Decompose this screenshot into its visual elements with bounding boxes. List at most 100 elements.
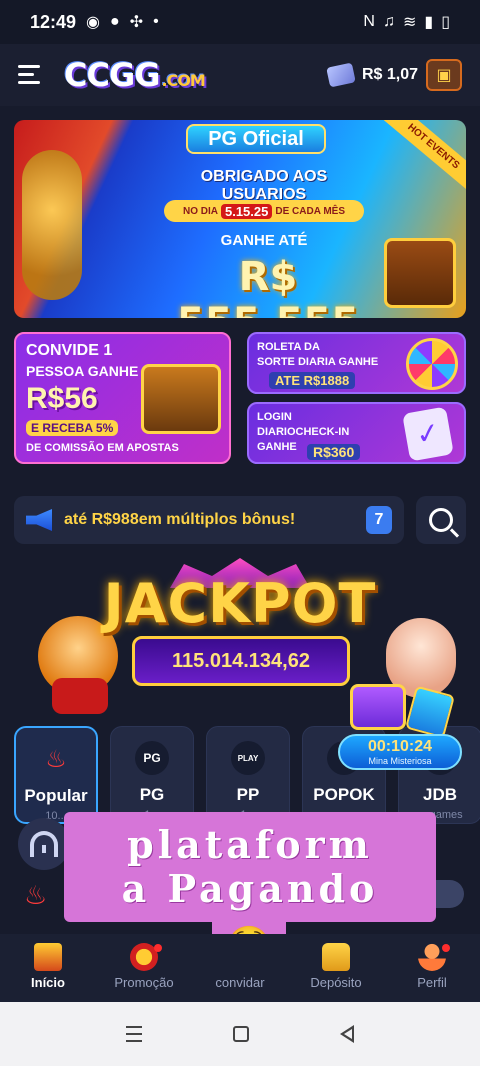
slot-machine-icon	[34, 943, 62, 971]
whatsapp-icon: ◉	[86, 14, 101, 31]
back-icon[interactable]	[340, 1025, 355, 1043]
nav-label: Perfil	[417, 975, 447, 990]
customer-support-button[interactable]	[18, 818, 70, 870]
nav-inicio[interactable]: Início	[0, 934, 96, 1002]
mystery-label: Mina Misteriosa	[368, 756, 432, 766]
logo[interactable]: CCGG .COM	[64, 56, 206, 94]
overlay-line2: a Pagando	[121, 866, 379, 911]
card-icon	[404, 685, 456, 739]
roulette-amount: ATE R$1888	[269, 372, 356, 389]
jackpot-value: 115.014.134,62	[132, 636, 350, 686]
invite-title: CONVIDE 1	[26, 342, 113, 359]
notification-icons: ◉ ● ✣ •	[86, 12, 159, 32]
logo-suffix: .COM	[161, 71, 206, 90]
balance-display[interactable]: R$ 1,07 ▣	[326, 59, 462, 91]
overlay-line1: plataform	[127, 822, 373, 867]
wallet-button[interactable]: ▣	[426, 59, 462, 91]
headset-icon	[30, 831, 58, 857]
nav-promocao[interactable]: Promoção	[96, 934, 192, 1002]
invite-promo-card[interactable]: CONVIDE 1 PESSOA GANHE R$56 E RECEBA 5% …	[14, 332, 231, 464]
calendar-check-icon: ✓	[402, 406, 454, 462]
apps-icon: ✣	[129, 14, 144, 31]
nav-convidar[interactable]: convidar	[192, 934, 288, 1002]
banner-line1: OBRIGADO AOS USUARIOS	[200, 168, 328, 203]
chat-icon: ●	[110, 13, 120, 30]
flame-icon: ♨	[45, 745, 67, 773]
overlay-caption: plataform a Pagando	[64, 812, 436, 922]
gift-box-icon	[350, 684, 406, 730]
menu-icon[interactable]	[18, 65, 44, 85]
date-days: 5.15.25	[220, 203, 273, 219]
banner-date-line: NO DIA 5.15.25 DE CADA MÊS	[164, 200, 364, 222]
app-header: CCGG .COM R$ 1,07 ▣	[0, 44, 480, 106]
category-label: PP	[236, 785, 260, 804]
announcement-text: até R$988em múltiplos bônus!	[64, 511, 296, 528]
search-button[interactable]	[416, 496, 466, 544]
megaphone-icon	[26, 509, 52, 531]
notification-dot	[442, 944, 450, 952]
nav-label: Início	[31, 975, 65, 990]
home-icon[interactable]	[232, 1026, 249, 1042]
pg-provider-icon: PG	[135, 741, 169, 775]
invite-amount: R$56	[26, 382, 98, 415]
roulette-promo-card[interactable]: ROLETA DA SORTE DIARIA GANHE ATE R$1888	[247, 332, 466, 394]
bottom-navigation: Início Promoção convidar Depósito Perfil	[0, 934, 480, 1002]
checkin-line-a: LOGIN	[257, 411, 292, 423]
coins-graphic	[22, 150, 82, 300]
mystery-box-widget[interactable]: 00:10:24 Mina Misteriosa	[334, 684, 466, 774]
roulette-line-a: ROLETA DA	[257, 341, 320, 353]
checkin-promo-card[interactable]: LOGIN DIARIOCHECK-IN GANHE R$360 ✓	[247, 402, 466, 464]
invite-subtitle: PESSOA GANHE	[26, 363, 139, 379]
recents-icon[interactable]	[125, 1026, 142, 1042]
invite-commission: E RECEBA 5%	[26, 420, 119, 436]
category-pp[interactable]: PLAY PP 1...	[206, 726, 290, 824]
banner-prize: R$ 555.555	[177, 254, 359, 318]
battery-icon: ▯	[441, 14, 450, 31]
headphones-icon: ♫	[382, 13, 395, 30]
nav-label: convidar	[215, 975, 265, 990]
invite-commission-desc: DE COMISSÃO EM APOSTAS	[26, 442, 179, 454]
dot-icon: •	[153, 13, 159, 30]
treasure-chest-graphic	[384, 238, 456, 308]
nav-label: Promoção	[114, 975, 174, 990]
date-prefix: NO DIA	[182, 205, 218, 217]
date-suffix: DE CADA MÊS	[275, 205, 345, 217]
system-navigation-bar	[0, 1002, 480, 1066]
pp-provider-icon: PLAY	[231, 741, 265, 775]
wallet-icon	[326, 62, 356, 88]
checkin-amount: R$360	[307, 444, 361, 460]
message-count-badge[interactable]: 7	[366, 506, 392, 534]
system-icons: N ♫ ≋ ▮ ▯	[363, 12, 450, 32]
nav-label: Depósito	[310, 975, 362, 990]
flame-icon: ♨	[24, 880, 48, 910]
mystery-timer-value: 00:10:24	[367, 738, 433, 755]
search-icon	[429, 508, 453, 532]
banner-tag: PG Oficial	[186, 124, 326, 154]
nfc-icon: N	[363, 13, 375, 30]
hot-events-ribbon: HOT EVENTS	[383, 120, 466, 191]
treasure-chest-graphic	[141, 364, 221, 434]
category-label: PG	[139, 785, 165, 804]
nav-perfil[interactable]: Perfil	[384, 934, 480, 1002]
roulette-line-b: SORTE DIARIA GANHE	[257, 356, 379, 368]
category-label: JDB	[422, 785, 457, 804]
nav-deposito[interactable]: Depósito	[288, 934, 384, 1002]
category-label: POPOK	[313, 785, 375, 804]
jackpot-title: JACKPOT	[103, 572, 377, 635]
roulette-text: ROLETA DA SORTE DIARIA GANHE	[257, 340, 378, 370]
announcement-bar[interactable]: até R$988em múltiplos bônus! 7	[14, 496, 404, 544]
balance-amount: R$ 1,07	[361, 66, 418, 83]
clock: 12:49	[30, 11, 77, 32]
mystery-timer: 00:10:24 Mina Misteriosa	[338, 734, 462, 770]
checkin-line-b: DIARIOCHECK-IN	[257, 426, 350, 438]
roulette-wheel-icon	[406, 338, 458, 390]
category-popular[interactable]: ♨ Popular 10...	[14, 726, 98, 824]
deposit-bag-icon	[322, 943, 350, 971]
promo-banner[interactable]: PG Oficial OBRIGADO AOS USUARIOS NO DIA …	[14, 120, 466, 318]
notification-dot	[154, 944, 162, 952]
category-pg[interactable]: PG PG 1...	[110, 726, 194, 824]
status-bar: 12:49 ◉ ● ✣ • N ♫ ≋ ▮ ▯	[0, 0, 480, 44]
signal-icon: ▮	[424, 14, 434, 31]
invite-icon	[226, 943, 254, 971]
banner-line3: GANHE ATÉ	[220, 232, 308, 249]
